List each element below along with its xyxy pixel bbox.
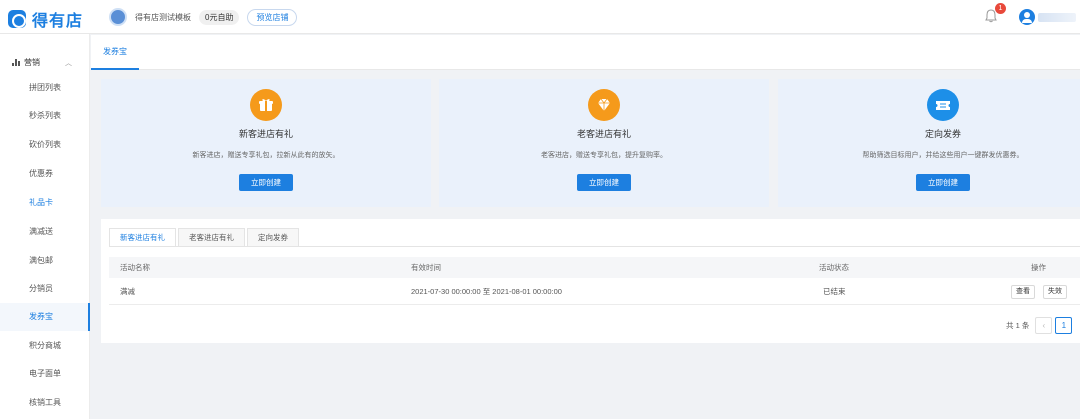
logo-icon <box>8 10 26 28</box>
shop-switcher: 得有店测试模板 0元自助 预览店铺 <box>109 8 298 26</box>
card-returning-customer-gift: 老客进店有礼 老客进店，赠送专享礼包，提升复购率。 立即创建 <box>439 79 769 207</box>
cell-valid-time: 2021-07-30 00:00:00 至 2021-08-01 00:00:0… <box>411 287 562 296</box>
card-targeted-coupon: 定向发券 帮助筛选目标用户，并给这些用户一键群发优惠券。 立即创建 <box>778 79 1080 207</box>
sidebar-item-group-buy[interactable]: 拼团列表 <box>0 74 90 102</box>
tab-returning-customer-gift[interactable]: 老客进店有礼 <box>178 228 245 247</box>
sidebar-item-verify-tool[interactable]: 核销工具 <box>0 389 90 417</box>
diamond-icon <box>588 89 620 121</box>
sidebar-item-coupon[interactable]: 优惠券 <box>0 160 90 188</box>
activity-panel: 新客进店有礼 老客进店有礼 定向发券 活动名称 有效时间 活动状态 操作 满减 … <box>101 219 1080 343</box>
sidebar-item-free-shipping[interactable]: 满包邮 <box>0 247 90 275</box>
chart-bars-icon <box>12 58 20 66</box>
create-returning-customer-gift-button[interactable]: 立即创建 <box>577 174 631 191</box>
pagination-total: 共 1 条 <box>1006 320 1030 330</box>
table-header: 活动名称 有效时间 活动状态 操作 <box>109 257 1080 278</box>
sidebar-item-flash-sale[interactable]: 秒杀列表 <box>0 102 90 130</box>
sidebar-item-full-reduction[interactable]: 满减送 <box>0 218 90 246</box>
sidebar-group-label: 营销 <box>24 57 40 67</box>
column-header-status: 活动状态 <box>819 263 849 272</box>
card-title: 新客进店有礼 <box>238 129 293 139</box>
preview-shop-button[interactable]: 预览店铺 <box>247 8 298 26</box>
gift-icon <box>250 89 282 121</box>
sidebar: 营销 ︿ 拼团列表 秒杀列表 砍价列表 优惠券 礼品卡 满减送 满包邮 分销员 … <box>0 34 90 419</box>
create-targeted-coupon-button[interactable]: 立即创建 <box>916 174 970 191</box>
user-avatar[interactable] <box>1019 9 1035 25</box>
sub-nav: 发券宝 <box>91 35 1080 70</box>
user-name-blurred[interactable] <box>1038 13 1076 22</box>
tab-coupon-sender[interactable]: 发券宝 <box>91 35 139 70</box>
card-description: 帮助筛选目标用户，并给这些用户一键群发优惠券。 <box>862 152 1024 159</box>
card-title: 老客进店有礼 <box>576 129 631 139</box>
plan-badge: 0元自助 <box>199 9 240 25</box>
page-1-button[interactable]: 1 <box>1055 316 1073 334</box>
top-bar: 得有店 得有店测试模板 0元自助 预览店铺 1 <box>0 0 1080 34</box>
card-description: 新客进店，赠送专享礼包，拉新从此有的放矢。 <box>192 152 340 159</box>
column-header-time: 有效时间 <box>411 263 441 272</box>
shop-avatar[interactable] <box>109 8 127 26</box>
sidebar-item-e-waybill[interactable]: 电子面单 <box>0 360 90 388</box>
create-new-customer-gift-button[interactable]: 立即创建 <box>239 174 293 191</box>
notification-badge: 1 <box>995 3 1006 14</box>
column-header-actions: 操作 <box>1031 263 1046 272</box>
card-new-customer-gift: 新客进店有礼 新客进店，赠送专享礼包，拉新从此有的放矢。 立即创建 <box>101 79 431 207</box>
pagination: 共 1 条 ‹ 1 <box>1006 316 1075 334</box>
tab-new-customer-gift[interactable]: 新客进店有礼 <box>109 228 176 247</box>
prev-page-button[interactable]: ‹ <box>1035 316 1053 334</box>
sidebar-group-marketing[interactable]: 营销 ︿ <box>0 52 90 72</box>
cell-activity-name: 满减 <box>120 287 135 296</box>
activity-tabs: 新客进店有礼 老客进店有礼 定向发券 <box>109 228 301 247</box>
card-title: 定向发券 <box>924 129 961 139</box>
logo-text: 得有店 <box>32 13 84 30</box>
shop-name[interactable]: 得有店测试模板 <box>135 12 191 23</box>
sidebar-item-gift-card[interactable]: 礼品卡 <box>0 189 90 217</box>
sidebar-item-coupon-sender[interactable]: 发券宝 <box>0 303 90 331</box>
card-description: 老客进店，赠送专享礼包，提升复购率。 <box>541 152 667 159</box>
chevron-up-icon: ︿ <box>65 60 72 67</box>
logo[interactable]: 得有店 <box>8 7 83 31</box>
sidebar-item-bargain[interactable]: 砍价列表 <box>0 131 90 159</box>
cell-status: 已结束 <box>823 287 846 296</box>
ticket-icon <box>927 89 959 121</box>
invalidate-button[interactable]: 失效 <box>1043 285 1067 299</box>
sidebar-item-points-mall[interactable]: 积分商城 <box>0 332 90 360</box>
tab-targeted-coupon[interactable]: 定向发券 <box>247 228 299 247</box>
view-button[interactable]: 查看 <box>1011 285 1035 299</box>
tabs-divider <box>109 246 1080 247</box>
sidebar-item-distributor[interactable]: 分销员 <box>0 275 90 303</box>
table-row: 满减 2021-07-30 00:00:00 至 2021-08-01 00:0… <box>109 278 1080 305</box>
column-header-name: 活动名称 <box>120 263 150 272</box>
